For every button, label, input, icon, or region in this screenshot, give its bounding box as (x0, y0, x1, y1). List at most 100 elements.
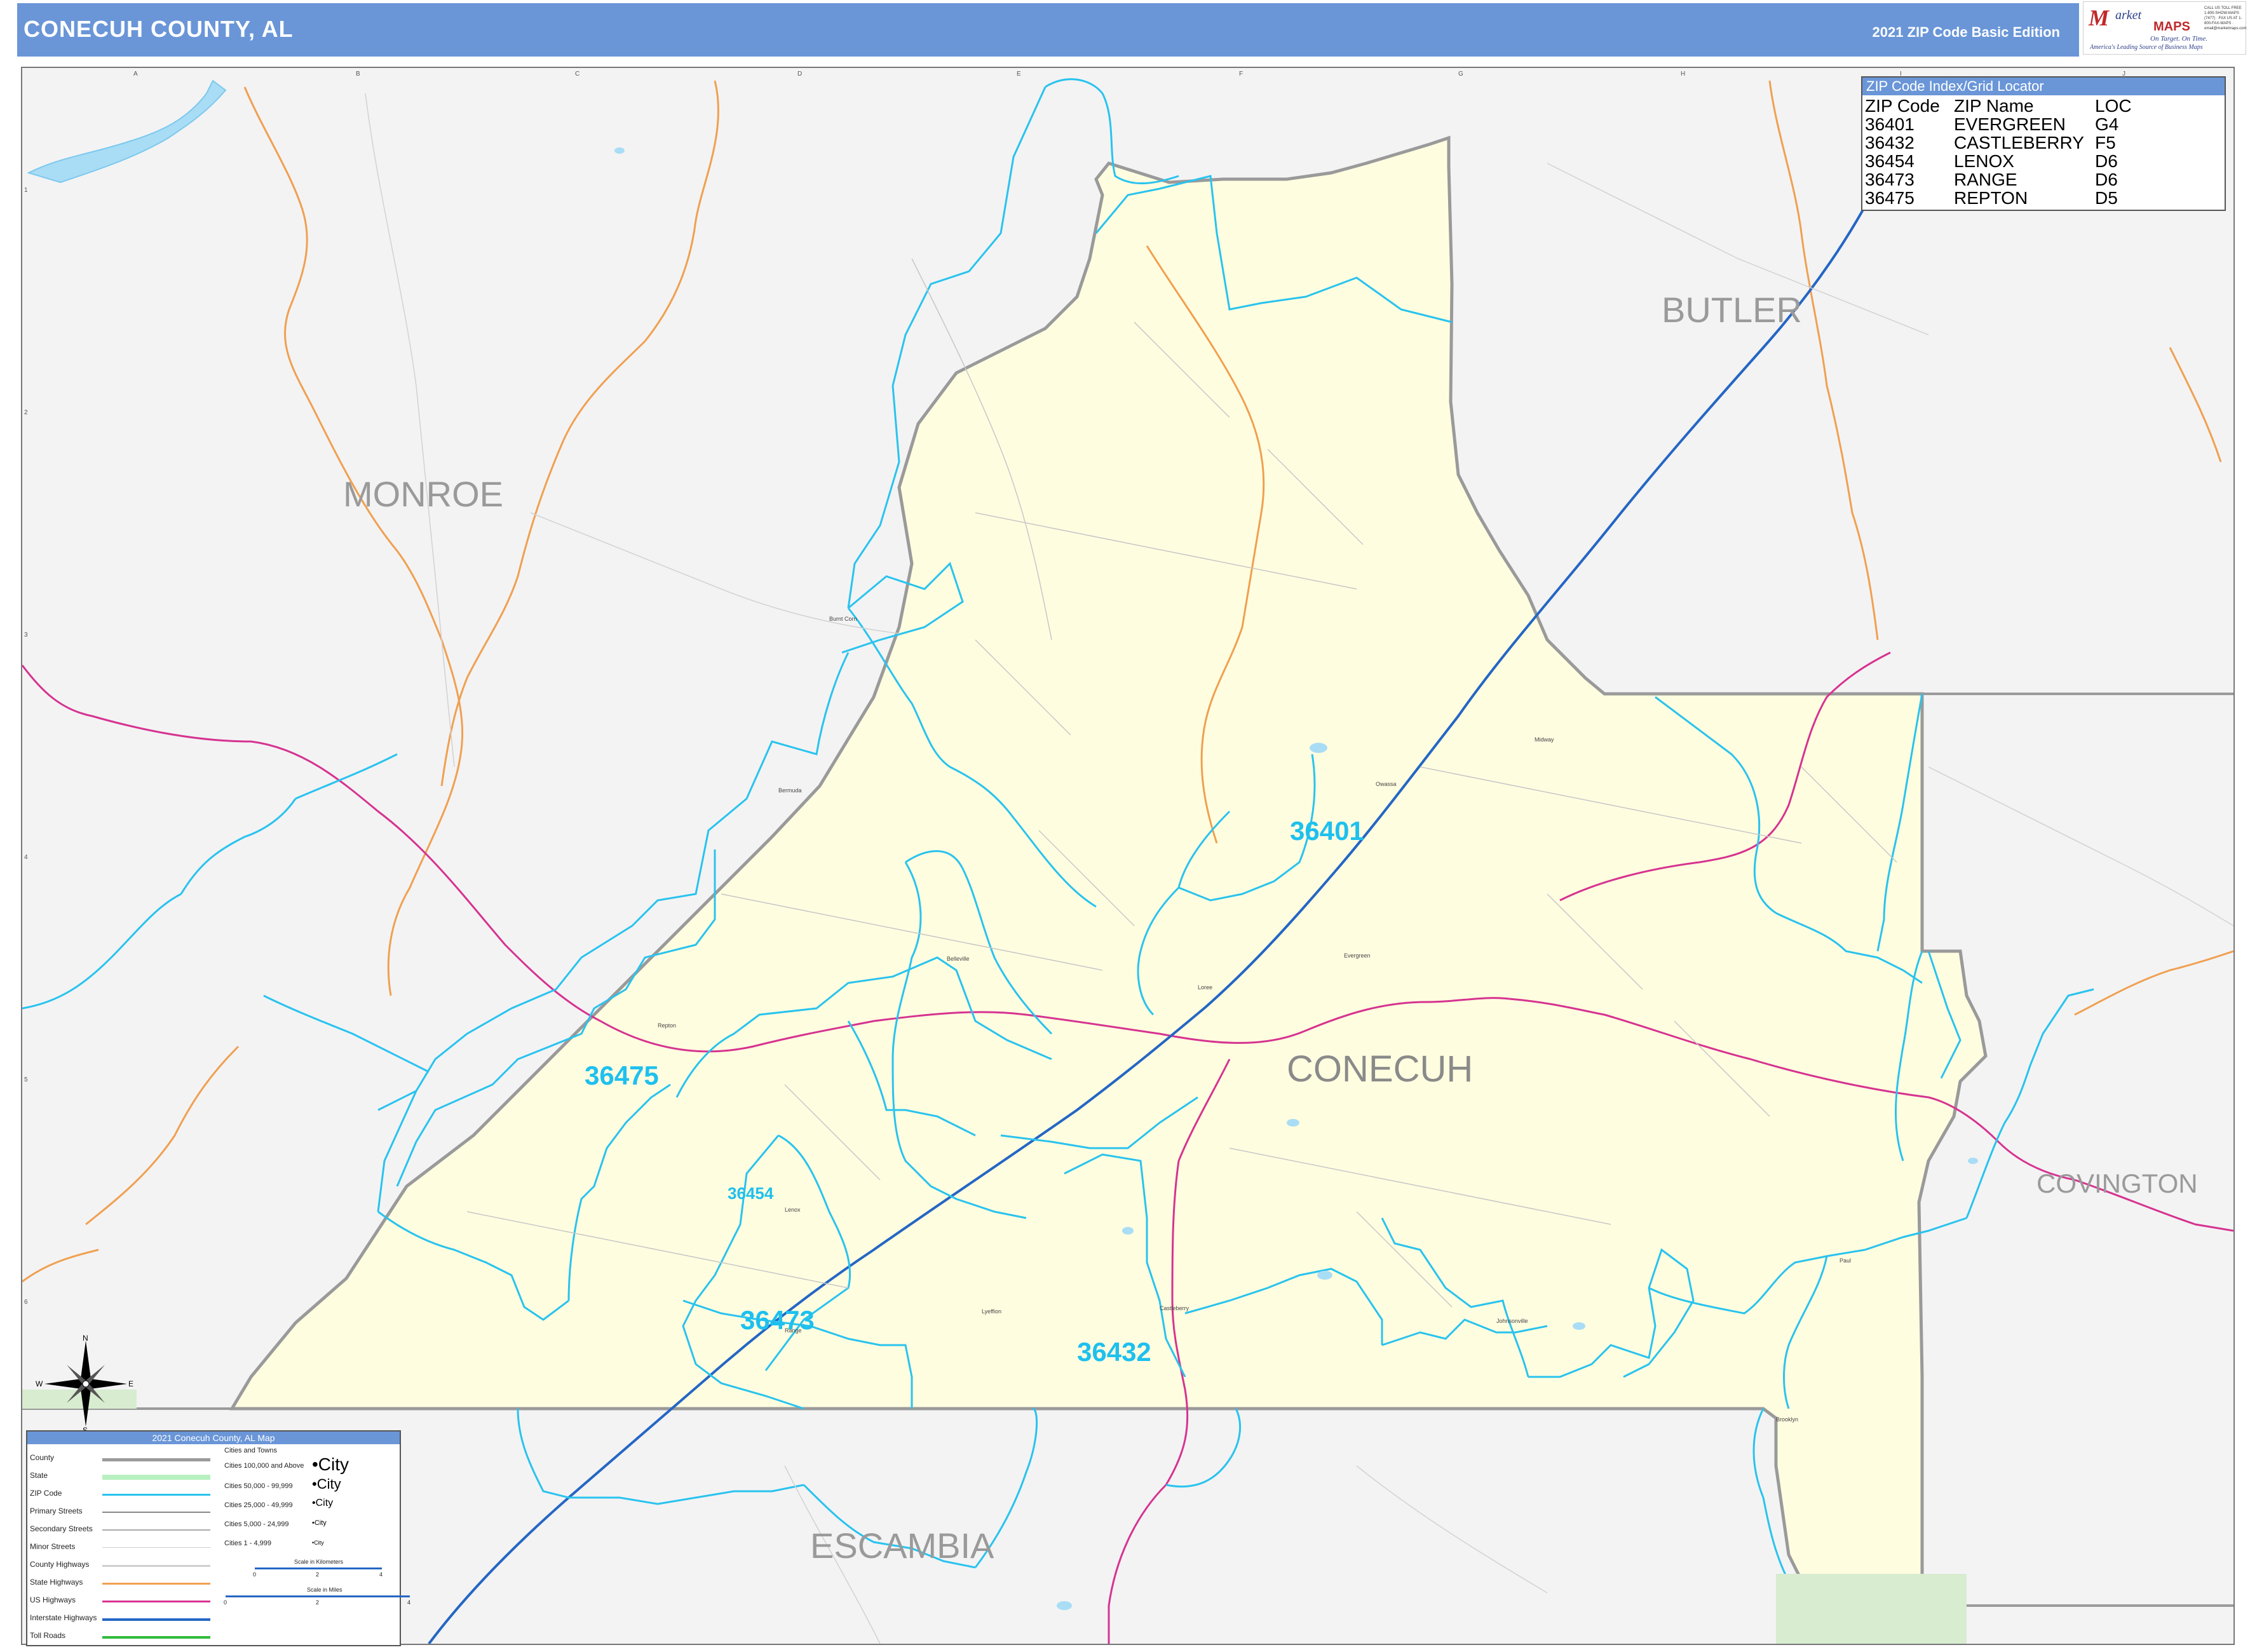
table-row: 36401 EVERGREEN G4 (1865, 115, 2152, 133)
legend-item: Secondary Streets (30, 1524, 93, 1533)
scale-tick: 0 (253, 1571, 257, 1578)
legend-swatch (102, 1475, 210, 1480)
town-label: Owassa (1376, 781, 1397, 787)
zip-label: 36454 (728, 1184, 774, 1203)
legend-item: State (30, 1471, 48, 1480)
table-row: 36454 LENOX D6 (1865, 152, 2152, 170)
legend-item: Minor Streets (30, 1542, 76, 1551)
zip-name-cell: EVERGREEN (1954, 114, 2066, 134)
grid-letter: B (356, 71, 360, 78)
logo-arket: arket (2115, 8, 2142, 22)
zip-code-index: ZIP Code Index/Grid Locator ZIP Code ZIP… (1861, 76, 2226, 211)
legend-item: County Highways (30, 1560, 90, 1569)
legend-swatch (102, 1547, 210, 1548)
city-sample: •City (312, 1454, 349, 1474)
logo-phone: CALL US TOLL FREE 1-800-SHOW-MAPS (7477)… (2204, 6, 2247, 30)
county-label-butler: BUTLER (1662, 290, 1802, 330)
legend-item: County (30, 1453, 55, 1462)
loc-cell: D5 (2095, 188, 2118, 208)
loc-cell: F5 (2095, 133, 2116, 152)
scale-tick: 4 (379, 1571, 383, 1578)
legend-swatch (102, 1458, 210, 1461)
zip-code-cell: 36432 (1865, 133, 1915, 152)
scale-bar-mi (226, 1595, 410, 1597)
zip-label: 36473 (740, 1305, 815, 1335)
legend-swatch (102, 1494, 210, 1496)
grid-number: 1 (24, 187, 28, 194)
zip-index-table: ZIP Code ZIP Name LOC 36401 EVERGREEN G4… (1865, 97, 2152, 207)
town-label: Loree (1198, 984, 1212, 991)
market-maps-logo[interactable]: M arket MAPS On Target. On Time. America… (2083, 1, 2246, 55)
city-size-range: Cities 5,000 - 24,999 (224, 1520, 289, 1528)
table-header-row: ZIP Code ZIP Name LOC (1865, 97, 2152, 115)
county-label-covington: COVINGTON (2037, 1168, 2198, 1198)
town-label: Lyeffion (982, 1308, 1001, 1315)
town-label: Belleville (947, 956, 970, 962)
legend-item: Toll Roads (30, 1631, 66, 1640)
compass-e: E (128, 1379, 133, 1388)
grid-letter: C (575, 71, 579, 78)
cities-header: Cities and Towns (224, 1447, 277, 1454)
town-label: Evergreen (1344, 952, 1371, 959)
scale-bar-km (255, 1567, 382, 1569)
grid-letter: D (797, 71, 802, 78)
scale-tick: 2 (316, 1599, 320, 1606)
city-sample: •City (312, 1498, 334, 1508)
column-header: LOC (2095, 96, 2132, 116)
zip-name-cell: LENOX (1954, 151, 2014, 171)
legend-swatch (102, 1601, 210, 1602)
town-label: Johnsonville (1496, 1318, 1528, 1324)
scale-mi-label: Scale in Miles (307, 1587, 342, 1593)
zip-code-cell: 36401 (1865, 114, 1915, 134)
town-label: Castleberry (1160, 1305, 1189, 1311)
town-label: Repton (658, 1022, 676, 1029)
legend-swatch (102, 1618, 210, 1621)
zip-name-cell: REPTON (1954, 188, 2028, 208)
zip-code-cell: 36473 (1865, 170, 1915, 189)
grid-letter: E (1017, 71, 1021, 78)
town-label: Paul (1840, 1257, 1851, 1264)
grid-number: 5 (24, 1076, 28, 1083)
legend-swatch (102, 1512, 210, 1513)
legend-swatch (102, 1583, 210, 1585)
park-area (1776, 1574, 1967, 1644)
legend-item: State Highways (30, 1578, 83, 1587)
grid-numbers-left: 1 2 3 4 5 6 (24, 187, 28, 1306)
conecuh-county-area (229, 135, 1988, 1608)
grid-number: 2 (24, 409, 28, 416)
loc-cell: D6 (2095, 151, 2118, 171)
table-row: 36473 RANGE D6 (1865, 170, 2152, 189)
city-sample: •City (312, 1476, 341, 1492)
table-row: 36475 REPTON D5 (1865, 189, 2152, 207)
city-size-range: Cities 25,000 - 49,999 (224, 1501, 293, 1509)
legend-item: ZIP Code (30, 1489, 62, 1498)
town-label: Bermuda (778, 787, 802, 794)
county-label-monroe: MONROE (343, 474, 503, 514)
map-title: CONECUH COUNTY, AL (24, 16, 294, 42)
scale-tick: 4 (407, 1599, 411, 1606)
compass-n: N (83, 1334, 88, 1343)
county-label-conecuh: CONECUH (1287, 1048, 1473, 1090)
grid-letter: G (1458, 71, 1463, 78)
town-label: Midway (1535, 736, 1554, 743)
zip-code-cell: 36454 (1865, 151, 1915, 171)
city-sample: •City (312, 1519, 327, 1527)
header-bar: CONECUH COUNTY, AL 2021 ZIP Code Basic E… (17, 3, 2079, 57)
grid-letters-top: A B C D E F G H I J (133, 71, 2125, 78)
map-legend: 2021 Conecuh County, AL Map County State… (26, 1430, 410, 1646)
zip-label: 36475 (585, 1060, 659, 1090)
map-canvas[interactable]: Burnt Corn Bermuda Evergreen Owassa Midw… (22, 68, 2233, 1644)
zip-label: 36401 (1290, 816, 1364, 846)
scale-tick: 0 (224, 1599, 227, 1606)
loc-cell: G4 (2095, 114, 2119, 134)
city-size-range: Cities 1 - 4,999 (224, 1540, 271, 1547)
compass-icon: N S E W (36, 1334, 133, 1435)
town-label: Brooklyn (1776, 1416, 1798, 1423)
zip-name-cell: RANGE (1954, 170, 2017, 189)
legend-swatch (102, 1529, 210, 1531)
legend-swatch (102, 1636, 210, 1639)
map-area[interactable]: Burnt Corn Bermuda Evergreen Owassa Midw… (21, 67, 2235, 1645)
logo-letter: M (2089, 5, 2110, 30)
legend-item: Interstate Highways (30, 1613, 97, 1622)
grid-letter: F (1239, 71, 1243, 78)
